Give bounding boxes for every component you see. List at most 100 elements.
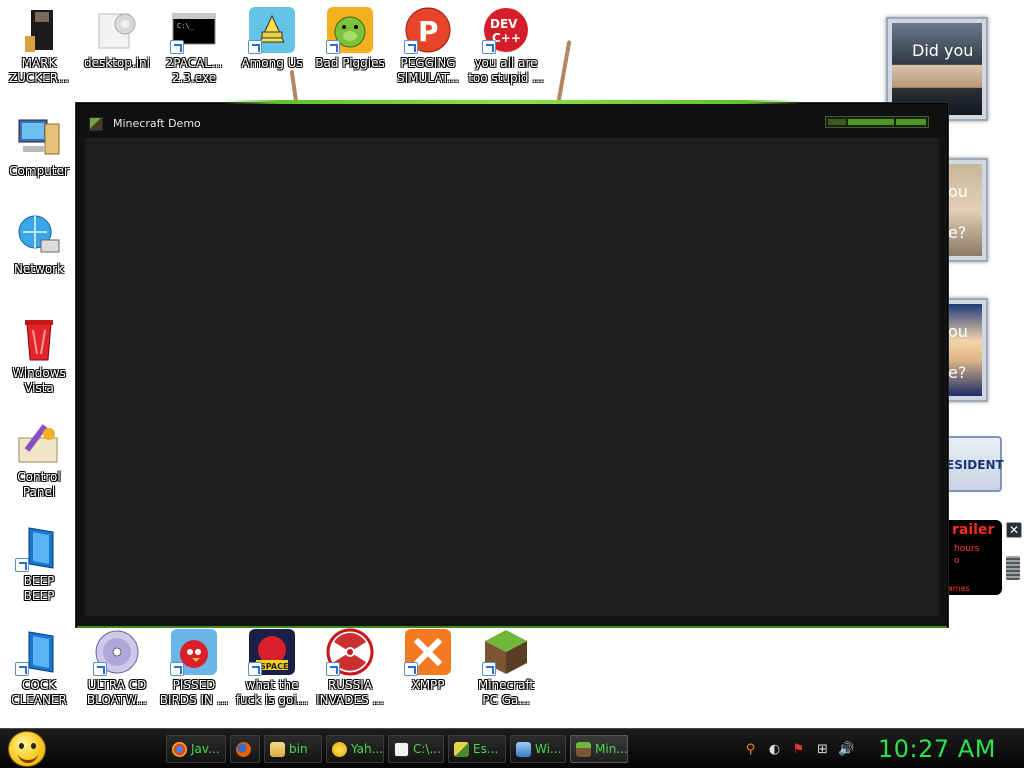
- mark-zuckerberg-icon: [15, 6, 63, 54]
- network-status-icon[interactable]: ⊞: [814, 741, 831, 758]
- svg-text:P: P: [418, 15, 439, 48]
- window-titlebar[interactable]: Minecraft Demo: [77, 104, 947, 138]
- action-center-flag-icon[interactable]: ⚑: [790, 741, 807, 758]
- desktop-icon-label: desktop.ini: [84, 56, 150, 70]
- desktop-icon-label: PISSED BIRDS IN ...: [159, 678, 229, 707]
- window-bottom-glow: [77, 626, 947, 628]
- network-share-icon: [516, 742, 531, 757]
- minimize-button[interactable]: [828, 119, 846, 125]
- svg-text:C++: C++: [492, 31, 521, 45]
- pegging-simulator-icon: P: [404, 6, 452, 54]
- gadget-caption: ou: [948, 182, 968, 201]
- taskbar-item-label: Jav...: [191, 742, 220, 756]
- chrome-icon: [172, 742, 187, 757]
- game-canvas[interactable]: [85, 138, 939, 616]
- desktop-icon-label: Bad Piggies: [315, 56, 385, 70]
- taskbar-item-yahoo[interactable]: Yah...: [326, 735, 384, 763]
- desktop-icon-bad-piggies[interactable]: Bad Piggies: [311, 6, 389, 71]
- desktop-icon-pissed-birds[interactable]: PISSED BIRDS IN ...: [155, 628, 233, 708]
- console-program-icon: C:\_: [170, 6, 218, 54]
- gadget-photo: [892, 23, 982, 115]
- desktop-icon-label: PEGGING SIMULAT...: [397, 56, 459, 85]
- movie-trailer-gadget[interactable]: railer hours o ames: [942, 520, 1002, 595]
- gadget-drag-handle[interactable]: [1006, 556, 1020, 580]
- desktop-icon-label: what the fuck is goi...: [235, 678, 309, 707]
- cd-burner-icon: [93, 628, 141, 676]
- volume-icon[interactable]: 🔊: [838, 741, 855, 758]
- desktop-icon-you-all-are[interactable]: DEV C++ you all are too stupid ...: [467, 6, 545, 86]
- taskbar-item-firefox[interactable]: [230, 735, 260, 763]
- settings-file-icon: [93, 6, 141, 54]
- decorative-rope: [556, 40, 572, 102]
- firefox-icon: [236, 742, 251, 757]
- president-gadget[interactable]: ESIDENT: [940, 436, 1004, 492]
- taskbar-clock[interactable]: 10:27 AM: [878, 733, 996, 765]
- gadget-close-icon[interactable]: ✕: [1006, 522, 1022, 538]
- taskbar-item-folder[interactable]: bin: [264, 735, 322, 763]
- messenger-status-icon[interactable]: ◐: [766, 741, 783, 758]
- svg-text:DEV: DEV: [490, 17, 518, 31]
- minecraft-icon: [482, 628, 530, 676]
- cleaner-icon: [15, 628, 63, 676]
- gadget-caption: ou: [948, 322, 968, 341]
- start-button[interactable]: [8, 731, 46, 767]
- gadget-caption: Did you: [912, 41, 974, 60]
- close-button[interactable]: [896, 119, 926, 125]
- taskbar-item-minecraft[interactable]: Min...: [570, 735, 628, 763]
- desktop-icon-minecraft[interactable]: Minecraft PC Ga...: [467, 628, 545, 708]
- radiation-icon: [326, 628, 374, 676]
- recycle-bin-icon: [15, 316, 63, 364]
- desktop-icon-label: ULTRA CD BLOATW...: [86, 678, 148, 707]
- bad-piggies-icon: [326, 6, 374, 54]
- trailer-line: o: [954, 556, 960, 566]
- svg-text:C:\_: C:\_: [177, 22, 195, 30]
- desktop-icon-label: RUSSIA INVADES ...: [316, 678, 384, 707]
- taskbar-item-label: Es...: [473, 742, 499, 756]
- xampp-icon: [404, 628, 452, 676]
- desktop-icon-windows-vista[interactable]: Windows Vista: [0, 316, 78, 396]
- desktop-icon-beep-beep[interactable]: BEEP BEEP: [0, 524, 78, 604]
- desktop-icon-control-panel[interactable]: Control Panel: [0, 420, 78, 500]
- desktop-icon-cock-cleaner[interactable]: COCK CLEANER: [0, 628, 78, 708]
- desktop-icon-label: Windows Vista: [12, 366, 66, 395]
- desktop-icon-among-us[interactable]: Among Us: [233, 6, 311, 71]
- trailer-title: railer: [952, 522, 995, 538]
- taskbar-item-network[interactable]: Wi...: [510, 735, 566, 763]
- desktop-icon-what-the[interactable]: SPACE what the fuck is goi...: [233, 628, 311, 708]
- desktop-icon-label: you all are too stupid ...: [468, 56, 544, 85]
- desktop-icon-2pacal[interactable]: C:\_ 2PACAL... 2.3.exe: [155, 6, 233, 86]
- yahoo-messenger-icon: [332, 742, 347, 757]
- folder-icon: [270, 742, 285, 757]
- desktop-icon-russia-invades[interactable]: RUSSIA INVADES ...: [311, 628, 389, 708]
- desktop-icon-xmpp[interactable]: XMPP: [389, 628, 467, 693]
- search-icon[interactable]: ⚲: [742, 741, 759, 758]
- desktop-icon-network[interactable]: Network: [0, 212, 78, 277]
- taskbar-item-label: Wi...: [535, 742, 562, 756]
- decorative-rope: [289, 69, 299, 105]
- desktop-icon-computer[interactable]: Computer: [0, 114, 78, 179]
- desktop-icon-label: Control Panel: [17, 470, 61, 499]
- desktop-icon-ultra-cd[interactable]: ULTRA CD BLOATW...: [78, 628, 156, 708]
- taskbar-item-label: Min...: [595, 742, 628, 756]
- angry-birds-icon: [170, 628, 218, 676]
- network-icon: [15, 212, 63, 260]
- 7zip-icon: [394, 742, 409, 757]
- taskbar-item-editor[interactable]: Es...: [448, 735, 506, 763]
- computer-icon: [15, 114, 63, 162]
- desktop-icon-mark-zucker[interactable]: MARK ZUCKER...: [0, 6, 78, 86]
- gadget-caption: e?: [948, 223, 967, 242]
- desktop-icon-label: MARK ZUCKER...: [8, 56, 70, 85]
- taskbar: Jav... bin Yah... C:\... Es... Wi... Min…: [0, 728, 1024, 768]
- taskbar-item-7zip[interactable]: C:\...: [388, 735, 444, 763]
- system-tray: ⚲ ◐ ⚑ ⊞ 🔊: [742, 739, 855, 759]
- desktop-icon-pegging-simulator[interactable]: P PEGGING SIMULAT...: [389, 6, 467, 86]
- angry-birds-space-icon: SPACE: [248, 628, 296, 676]
- desktop-icon-desktop-ini[interactable]: desktop.ini: [78, 6, 156, 71]
- minecraft-demo-window[interactable]: Minecraft Demo: [76, 100, 948, 628]
- taskbar-item-label: bin: [289, 742, 308, 756]
- control-panel-icon: [15, 420, 63, 468]
- gadget-caption: e?: [948, 363, 967, 382]
- maximize-button[interactable]: [848, 119, 894, 125]
- taskbar-item-chrome[interactable]: Jav...: [166, 735, 226, 763]
- dev-cpp-icon: DEV C++: [482, 6, 530, 54]
